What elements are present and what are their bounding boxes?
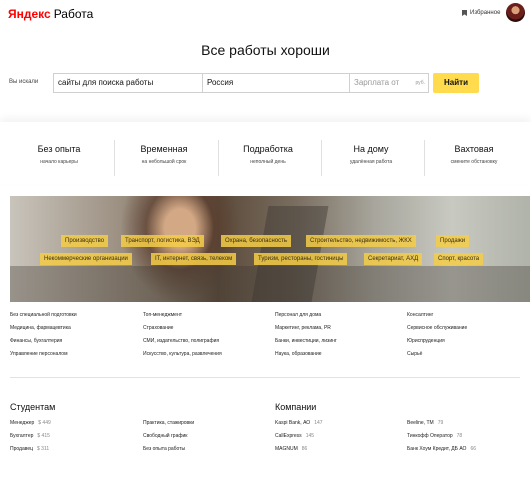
category-link[interactable]: Наука, образование: [275, 351, 322, 357]
link-label: Бухгалтер: [10, 433, 34, 439]
category-link[interactable]: Управление персоналом: [10, 351, 68, 357]
category-link[interactable]: Страхование: [143, 325, 173, 331]
favorites-link[interactable]: Избранное: [462, 10, 500, 16]
link-label: Тинкофф Оператор: [407, 433, 453, 439]
link-value: 147: [314, 420, 323, 426]
student-link[interactable]: Бухгалтер $ 415: [10, 433, 50, 439]
header: Яндекс Работа Избранное: [0, 0, 531, 30]
company-link[interactable]: Банк Хоум Кредит, ДБ АО 66: [407, 446, 476, 452]
job-type-subtitle: на небольшой срок: [141, 159, 187, 165]
chip-it[interactable]: IT, интернет, связь, телеком: [151, 253, 237, 265]
link-value: 145: [305, 433, 315, 439]
company-link[interactable]: MAGNUM 86: [275, 446, 307, 452]
job-type-title: Вахтовая: [454, 144, 494, 154]
favorites-label: Избранное: [470, 10, 501, 16]
search-row: Вы искали сайты для поиска работы Россия…: [0, 73, 531, 93]
job-type-title: Временная: [140, 144, 188, 154]
category-link[interactable]: Сервисное обслуживание: [407, 325, 467, 331]
job-type-subtitle: неполный день: [250, 159, 286, 165]
chip-sales[interactable]: Продажи: [436, 235, 470, 247]
link-label: Менеджер: [10, 420, 35, 426]
job-type-subtitle: удалённая работа: [349, 159, 393, 165]
salary-input[interactable]: Зарплата от руб.: [350, 74, 429, 92]
logo-product: Работа: [53, 7, 94, 21]
student-link[interactable]: Менеджер $ 449: [10, 420, 51, 426]
company-link[interactable]: Beeline, ТМ 79: [407, 420, 443, 426]
category-link[interactable]: Сырьё: [407, 351, 422, 357]
category-link[interactable]: Маркетинг, реклама, PR: [275, 325, 331, 331]
job-types: Без опыта начало карьеры Временная на не…: [0, 122, 531, 184]
job-type-part-time[interactable]: Подработка неполный день: [218, 144, 318, 165]
query-input[interactable]: сайты для поиска работы: [54, 74, 203, 92]
chip-secretariat[interactable]: Секретариат, АХД: [364, 253, 423, 265]
link-value: 66: [470, 446, 476, 452]
job-type-subtitle: начало карьеры: [40, 159, 78, 165]
companies-title: Компании: [275, 402, 317, 412]
yandex-rabota-logo[interactable]: Яндекс Работа: [8, 7, 93, 21]
banner-photo-floor: [10, 266, 530, 302]
category-link[interactable]: Медицина, фармацевтика: [10, 325, 71, 331]
search-label: Вы искали: [9, 79, 39, 85]
section-divider: [10, 377, 520, 378]
logo-brand: Яндекс: [8, 7, 51, 21]
job-type-temporary[interactable]: Временная на небольшой срок: [114, 144, 214, 165]
student-link[interactable]: Продавец $ 311: [10, 446, 49, 452]
link-label: CallExpress: [275, 433, 302, 439]
search-box: сайты для поиска работы Россия Зарплата …: [53, 73, 429, 93]
salary-unit: руб.: [415, 80, 425, 86]
job-type-title: Без опыта: [37, 144, 81, 154]
chip-production[interactable]: Производство: [61, 235, 109, 247]
bookmark-icon: [462, 10, 467, 16]
link-value: $ 415: [37, 433, 50, 439]
link-label: Продавец: [10, 446, 33, 452]
link-label: Kaspi Bank, АО: [275, 420, 311, 426]
category-link[interactable]: Топ-менеджмент: [143, 312, 182, 318]
student-link[interactable]: Свободный график: [143, 433, 187, 439]
avatar[interactable]: [506, 3, 525, 22]
chip-nonprofit[interactable]: Некоммерческие организации: [40, 253, 132, 265]
chip-tourism[interactable]: Туризм, рестораны, гостиницы: [254, 253, 348, 265]
region-input[interactable]: Россия: [203, 74, 350, 92]
link-label: Beeline, ТМ: [407, 420, 434, 426]
category-link[interactable]: Искусство, культура, развлечения: [143, 351, 222, 357]
category-link[interactable]: Персонал для дома: [275, 312, 321, 318]
link-value: 78: [456, 433, 463, 439]
chip-sport[interactable]: Спорт, красота: [434, 253, 484, 265]
job-type-no-experience[interactable]: Без опыта начало карьеры: [9, 144, 109, 165]
link-value: 86: [301, 446, 308, 452]
category-link[interactable]: Консалтинг: [407, 312, 433, 318]
company-link[interactable]: Kaspi Bank, АО 147: [275, 420, 323, 426]
category-link[interactable]: Банки, инвестиции, лизинг: [275, 338, 337, 344]
student-link[interactable]: Практика, стажировки: [143, 420, 194, 426]
student-link[interactable]: Без опыта работы: [143, 446, 185, 452]
students-title: Студентам: [10, 402, 56, 412]
category-link[interactable]: СМИ, издательство, полиграфия: [143, 338, 219, 344]
link-value: $ 449: [38, 420, 51, 426]
job-type-title: Подработка: [243, 144, 293, 154]
hero-banner: Производство Транспорт, логистика, ВЭД О…: [10, 196, 530, 302]
category-link[interactable]: Юриспруденция: [407, 338, 445, 344]
company-link[interactable]: CallExpress 145: [275, 433, 314, 439]
category-link[interactable]: Финансы, бухгалтерия: [10, 338, 62, 344]
category-link[interactable]: Без специальной подготовки: [10, 312, 77, 318]
link-value: $ 311: [37, 446, 50, 452]
link-value: 79: [437, 420, 444, 426]
link-label: MAGNUM: [275, 446, 298, 452]
company-link[interactable]: Тинкофф Оператор 78: [407, 433, 462, 439]
job-type-title: На дому: [353, 144, 389, 154]
job-type-shift[interactable]: Вахтовая смените обстановку: [424, 144, 524, 165]
chip-construction[interactable]: Строительство, недвижимость, ЖКХ: [306, 235, 416, 247]
chip-security[interactable]: Охрана, безопасность: [221, 235, 291, 247]
job-type-remote[interactable]: На дому удалённая работа: [321, 144, 421, 165]
salary-placeholder: Зарплата от: [354, 78, 400, 87]
job-type-subtitle: смените обстановку: [450, 159, 498, 165]
chip-transport[interactable]: Транспорт, логистика, ВЭД: [121, 235, 204, 247]
page-title: Все работы хороши: [201, 42, 330, 58]
link-label: Банк Хоум Кредит, ДБ АО: [407, 446, 467, 452]
find-button[interactable]: Найти: [433, 73, 479, 93]
